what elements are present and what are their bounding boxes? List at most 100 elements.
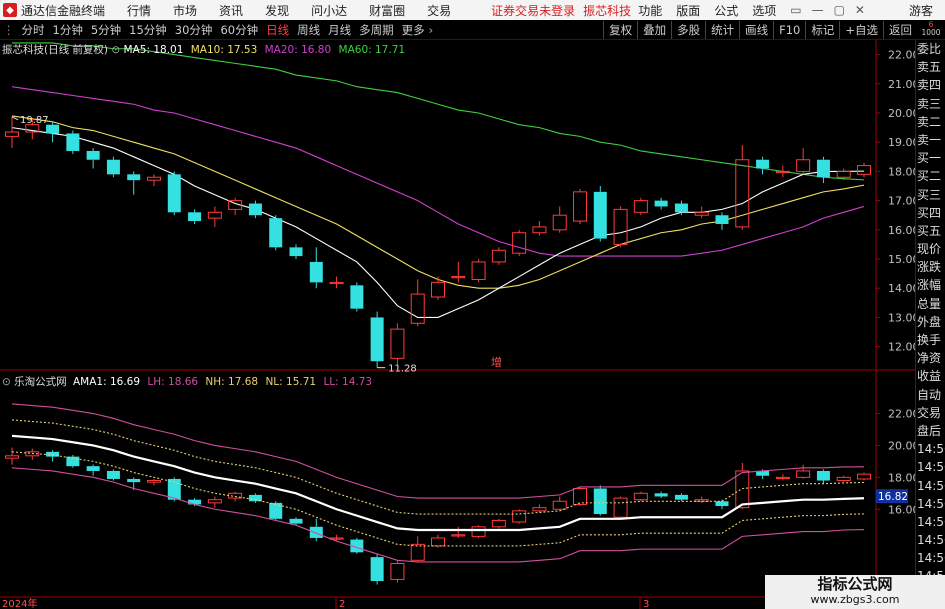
sidebar-item[interactable]: 14:56 [917,513,945,531]
sidebar-item[interactable]: 14:56 [917,531,945,549]
candle-body [532,226,547,234]
candle-body [431,281,445,298]
high-marker-line [11,116,19,121]
candle-body [309,261,323,283]
sub-legend: ⊙ 乐淘公式网 AMA1: 16.69 LH: 18.66 NH: 17.68 … [2,374,372,389]
nl-label: NL: 15.71 [265,376,317,388]
candle-body [715,501,729,507]
sidebar-item[interactable]: 收益 [917,367,945,385]
candle-body [207,499,222,504]
candle-body [654,493,668,497]
candle-body [552,500,567,510]
candle-body [573,488,587,505]
candle-body [390,562,405,580]
candle-body [66,133,80,151]
lh-label: LH: 18.66 [147,376,199,388]
candle-body [431,537,445,547]
candle-body [289,247,303,257]
candle-body [106,470,120,479]
sidebar-item[interactable]: 14:56 [917,477,945,495]
sidebar-item[interactable]: 卖四 [917,76,945,94]
candle-body [269,218,283,248]
candle-body [410,293,425,324]
sidebar-item[interactable]: 买五 [917,222,945,240]
candle-body [694,211,709,216]
indicator-layer [5,403,871,585]
candle-body [735,470,750,509]
sidebar-item[interactable]: 买二 [917,167,945,185]
sidebar-item[interactable]: 交易 [917,404,945,422]
candle-body [674,203,688,213]
sidebar-item[interactable]: 14:56 [917,549,945,567]
main-legend: 振芯科技(日线 前复权) ⊙ MA5: 18.01 MA10: 17.53 MA… [2,42,405,57]
candle-body [46,124,60,134]
sidebar-item[interactable]: 涨幅 [917,276,945,294]
x-month-label: 2 [339,599,345,609]
sidebar-item[interactable]: 委比 [917,40,945,58]
candle-body [857,165,871,175]
quote-sidebar: 委比 卖五 卖四 卖三 卖二 卖一 买一 买二 买三 买四 买五 现价 涨跌 涨幅 总量 外盘 换手 净资 收益 自动… [915,40,945,609]
sidebar-item[interactable]: 买四 [917,204,945,222]
candle-body [512,510,527,523]
x-year-label: 2024年 [2,597,37,609]
legend-toggle-icon[interactable]: ⊙ [111,44,120,56]
main-legend-title: 振芯科技(日线 前复权) [2,44,109,56]
candle-body [350,285,364,309]
candle-body [836,476,851,482]
candle-body [593,488,607,515]
candle-body [127,174,141,181]
candle-body [370,317,384,362]
candle-body [471,526,486,537]
sidebar-item[interactable]: 14:56 [917,458,945,476]
sidebar-item[interactable]: 买一 [917,149,945,167]
candle-body [512,232,527,254]
candle-body [633,200,648,213]
watermark-line1: 指标公式网 [817,575,893,593]
candle-body [390,328,405,359]
candle-body [309,526,323,538]
current-value-label: 16.82 [878,491,908,503]
sidebar-item[interactable]: 总量 [917,295,945,313]
candle-body [106,159,120,175]
zeng-label: 增 [491,355,502,369]
sidebar-item[interactable]: 换手 [917,331,945,349]
candlestick-layer [5,42,871,368]
candle-body [573,191,587,222]
candle-body [147,480,161,483]
sidebar-item[interactable]: 买三 [917,186,945,204]
ma60-label: MA60: 17.71 [338,44,406,56]
candle-body [370,557,384,582]
candle-body [613,497,628,518]
candle-body [147,176,161,181]
candle-body [613,208,628,245]
candle-body [86,466,100,471]
candle-body [857,473,871,480]
sidebar-item[interactable]: 自动 [917,386,945,404]
high-price-label: 19.87 [20,115,49,126]
candle-body [756,159,770,169]
candle-body [289,518,303,524]
candle-body [816,159,830,178]
sidebar-item[interactable]: 卖三 [917,95,945,113]
sidebar-item[interactable]: 外盘 [917,313,945,331]
candle-body [674,494,688,500]
sidebar-item[interactable]: 卖二 [917,113,945,131]
nh-label: NH: 17.68 [205,376,259,388]
sub-legend-toggle-icon[interactable]: ⊙ [2,376,11,388]
sidebar-item[interactable]: 卖一 [917,131,945,149]
x-month-label: 3 [643,599,649,609]
sidebar-item[interactable]: 14:56 [917,495,945,513]
sidebar-item[interactable]: 净资 [917,349,945,367]
ma20-label: MA20: 16.80 [264,44,332,56]
candle-body [5,455,19,459]
sidebar-item[interactable]: 盘后 [917,422,945,440]
sub-grid: 16.0018.0020.0022.00 [0,370,920,598]
watermark-line2: www.zbgs3.com [810,593,900,606]
sidebar-item[interactable]: 卖五 [917,58,945,76]
sidebar-item[interactable]: 涨跌 [917,258,945,276]
candle-body [86,150,100,160]
kline-chart[interactable]: 12.0013.0014.0015.0016.0017.0018.0019.00… [0,0,945,609]
sidebar-item[interactable]: 现价 [917,240,945,258]
candle-body [410,543,425,561]
sidebar-item[interactable]: 14:56 [917,440,945,458]
